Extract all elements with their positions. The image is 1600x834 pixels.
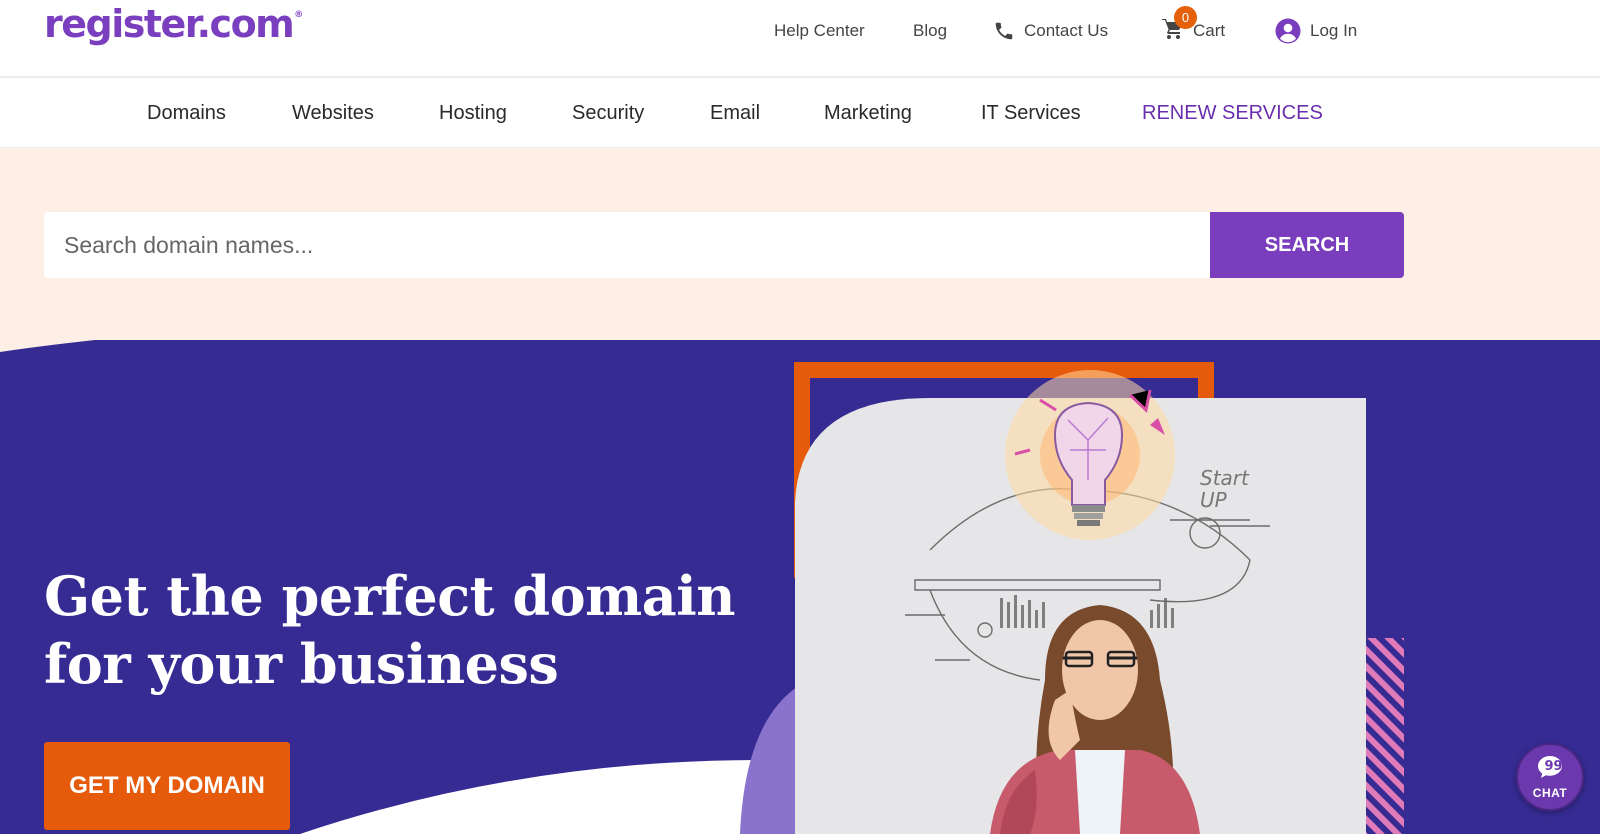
nav-it-services[interactable]: IT Services: [981, 78, 1081, 148]
chat-bubble-icon: 99: [1537, 755, 1563, 784]
hero-section: Start UP Get the perfect domain for your …: [0, 340, 1600, 834]
nav-domains[interactable]: Domains: [147, 78, 226, 148]
svg-text:99: 99: [1545, 759, 1563, 774]
domain-search-input[interactable]: [44, 212, 1210, 278]
chat-button[interactable]: 99 CHAT: [1516, 743, 1584, 811]
login-link[interactable]: Log In: [1275, 0, 1357, 62]
contact-us-label: Contact Us: [1024, 21, 1109, 40]
phone-icon: [993, 20, 1015, 42]
main-nav: Domains Websites Hosting Security Email …: [0, 78, 1600, 148]
contact-us-link[interactable]: Contact Us: [993, 0, 1108, 62]
cart-label: Cart: [1193, 21, 1226, 40]
blog-link[interactable]: Blog: [913, 0, 947, 62]
logo-text: register.com: [44, 2, 295, 46]
nav-security[interactable]: Security: [572, 78, 644, 148]
cart-link[interactable]: 0 Cart: [1161, 0, 1225, 62]
search-button[interactable]: SEARCH: [1210, 212, 1404, 278]
login-label: Log In: [1310, 21, 1358, 40]
registered-mark: ®: [294, 10, 304, 20]
nav-email[interactable]: Email: [710, 78, 760, 148]
top-bar: register.com® Help Center Blog Contact U…: [0, 0, 1600, 78]
nav-hosting[interactable]: Hosting: [439, 78, 507, 148]
hero-title-line-1: Get the perfect domain: [44, 564, 736, 628]
cart-count-badge: 0: [1174, 5, 1197, 29]
get-my-domain-button[interactable]: GET MY DOMAIN: [44, 742, 290, 830]
nav-marketing[interactable]: Marketing: [824, 78, 912, 148]
chat-label: CHAT: [1532, 785, 1568, 800]
nav-renew-services[interactable]: RENEW SERVICES: [1142, 78, 1323, 148]
help-center-link[interactable]: Help Center: [774, 0, 865, 62]
hero-title-line-2: for your business: [44, 632, 559, 696]
logo[interactable]: register.com®: [44, 2, 303, 46]
user-icon: [1275, 18, 1301, 44]
hero-title: Get the perfect domain for your business: [44, 562, 736, 698]
nav-websites[interactable]: Websites: [292, 78, 374, 148]
domain-search-section: SEARCH: [0, 148, 1600, 340]
